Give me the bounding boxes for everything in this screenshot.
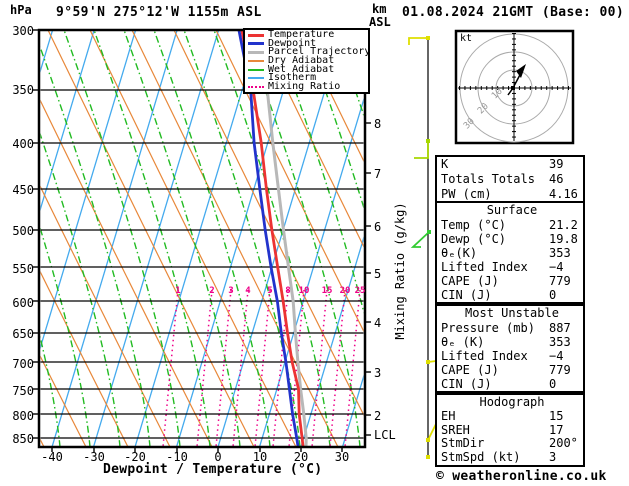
table-row: CAPE (J) 779 <box>441 274 571 288</box>
dry-adiabat-line-sample <box>248 59 264 62</box>
table-section-title: Surface <box>486 203 538 217</box>
temperature-line-sample <box>248 33 264 37</box>
legend-item: Mixing Ratio <box>248 80 368 92</box>
page-title: 9°59'N 275°12'W 1155m ASL <box>56 5 262 20</box>
table-row: Pressure (mb) 887 <box>441 321 571 335</box>
pressure-tick: 600 <box>12 296 34 310</box>
table-row: SREH 17 <box>441 422 564 437</box>
dewpoint-line-sample <box>248 42 264 46</box>
legend: Temperature Dewpoint Parcel Trajectory D… <box>243 28 370 94</box>
surface-table: Surface Temp (°C) 21.2 Dewp (°C) 19.8 θₑ(K… <box>435 201 585 304</box>
x-axis-label: Dewpoint / Temperature (°C) <box>103 462 323 477</box>
pressure-tick: 300 <box>12 24 34 38</box>
mixing-ratio-value: 25 <box>354 286 366 296</box>
table-row: θₑ(K) 353 <box>441 246 571 260</box>
lcl-label: LCL <box>374 428 396 442</box>
parcel-line-sample <box>248 50 264 54</box>
wind-barb-dot <box>426 139 430 143</box>
hodograph-origin-dot <box>511 86 515 90</box>
pressure-unit-label: hPa <box>10 3 32 17</box>
indices-table: K 39 Totals Totals 46 PW (cm) 4.16 <box>435 155 585 203</box>
km-tick: 3 <box>374 366 382 380</box>
mixing-ratio-axis-label: Mixing Ratio (g/kg) <box>393 202 407 340</box>
hodograph-unit-label: kt <box>460 33 473 44</box>
wind-barb-dot <box>426 455 430 459</box>
table-row: K 39 <box>441 157 564 171</box>
pressure-tick: 700 <box>12 357 34 371</box>
table-row: Lifted Index −4 <box>441 349 564 363</box>
km-tick: 2 <box>374 409 382 423</box>
table-row: PW (cm) 4.16 <box>441 187 578 201</box>
table-row: Totals Totals 46 <box>441 172 564 186</box>
table-row: Lifted Index −4 <box>441 260 564 274</box>
table-row: StmSpd (kt) 3 <box>441 449 557 464</box>
mixing-ratio-value: 3 <box>228 286 234 296</box>
hodograph-table: Hodograph EH 15 SREH 17 StmDir 200° StmSpd … <box>435 393 585 467</box>
mixing-ratio-value: 15 <box>321 286 333 296</box>
table-row: CIN (J) 0 <box>441 377 557 391</box>
isotherm-line-sample <box>248 77 264 80</box>
table-row: Dewp (°C) 19.8 <box>441 232 578 246</box>
table-row: StmDir 200° <box>441 436 578 450</box>
wind-barb-dot <box>427 230 431 234</box>
wind-barb-dot <box>426 360 430 364</box>
wind-barb <box>408 37 428 45</box>
mixing-ratio-value: 2 <box>209 286 215 296</box>
wind-barb-dot <box>426 36 430 40</box>
asl-axis-unit: ASL <box>369 15 391 29</box>
km-tick: 6 <box>374 220 382 234</box>
table-row: Temp (°C) 21.2 <box>441 218 578 232</box>
temp-tick: 30 <box>334 450 350 464</box>
datetime-label: 01.08.2024 21GMT (Base: 00) <box>402 5 625 20</box>
table-row: CIN (J) 0 <box>441 288 557 302</box>
wind-barb-dot <box>426 438 430 442</box>
pressure-tick: 750 <box>12 384 34 398</box>
mixing-ratio-value: 10 <box>298 286 310 296</box>
temp-tick: -40 <box>41 450 63 464</box>
wind-barb <box>414 141 429 159</box>
copyright: © weatheronline.co.uk <box>436 469 607 484</box>
mixing-ratio-line-sample <box>248 85 264 88</box>
pressure-tick: 400 <box>12 137 34 151</box>
km-tick: 7 <box>374 167 382 181</box>
legend-label: Mixing Ratio <box>268 80 341 92</box>
pressure-tick: 800 <box>12 409 34 423</box>
table-section-title: Most Unstable <box>465 306 559 320</box>
most-unstable-table: Most Unstable Pressure (mb) 887 θₑ (K) 353… <box>435 304 585 393</box>
km-tick: 4 <box>374 316 382 330</box>
table-row: CAPE (J) 779 <box>441 363 571 377</box>
pressure-tick: 550 <box>12 262 34 276</box>
mixing-ratio-value: 4 <box>245 286 251 296</box>
pressure-tick: 350 <box>12 83 34 97</box>
mixing-ratio-value: 20 <box>339 286 351 296</box>
pressure-tick: 650 <box>12 327 34 341</box>
km-tick: 8 <box>374 117 382 131</box>
mixing-ratio-value: 8 <box>285 286 291 296</box>
wet-adiabat-line-sample <box>248 68 264 71</box>
km-axis-unit: km <box>372 2 387 16</box>
pressure-tick: 450 <box>12 183 34 197</box>
mixing-ratio-value: 1 <box>175 286 181 296</box>
wind-barb <box>410 231 430 248</box>
table-row: θₑ (K) 353 <box>441 335 571 349</box>
km-tick: 5 <box>374 267 382 281</box>
table-section-title: Hodograph <box>479 395 545 409</box>
sounding-chart: hPa 9°59'N 275°12'W 1155m ASL 01.08.2024… <box>0 0 629 486</box>
pressure-tick: 850 <box>12 432 34 446</box>
pressure-tick: 500 <box>12 224 34 238</box>
mixing-ratio-value: 5 <box>267 286 273 296</box>
table-row: EH 15 <box>441 409 564 423</box>
